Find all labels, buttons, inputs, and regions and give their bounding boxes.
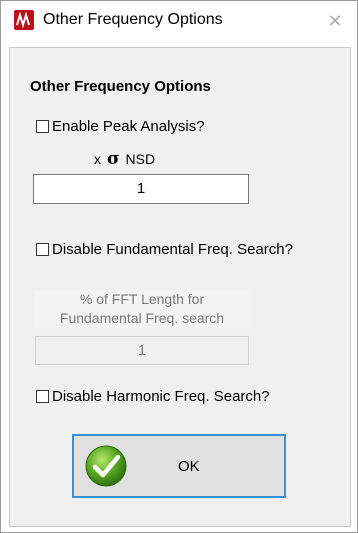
nsd-input[interactable]: 1 — [33, 174, 249, 204]
checkbox-label: Disable Fundamental Freq. Search? — [52, 241, 293, 258]
fft-length-input: 1 — [35, 336, 249, 365]
sigma-symbol: σ — [107, 149, 120, 169]
nsd-prefix: x — [94, 151, 101, 167]
fft-length-label-line2: Fundamental Freq. search — [59, 310, 225, 326]
checkbox-box[interactable] — [36, 390, 49, 403]
fft-length-label: % of FFT Length for Fundamental Freq. se… — [35, 290, 249, 328]
window-title: Other Frequency Options — [43, 11, 223, 28]
enable-peak-analysis-checkbox[interactable]: Enable Peak Analysis? — [36, 118, 205, 135]
checkbox-box[interactable] — [36, 120, 49, 133]
ok-button[interactable]: OK — [72, 434, 286, 498]
nsd-label: x σ NSD — [94, 149, 155, 169]
section-heading: Other Frequency Options — [30, 78, 211, 95]
disable-harmonic-search-checkbox[interactable]: Disable Harmonic Freq. Search? — [36, 388, 270, 405]
checkbox-label: Disable Harmonic Freq. Search? — [52, 388, 270, 405]
nsd-suffix: NSD — [125, 151, 156, 167]
checkbox-box[interactable] — [36, 243, 49, 256]
close-button[interactable]: ✕ — [313, 1, 357, 41]
green-checkmark-icon — [84, 444, 128, 488]
fft-length-label-line1: % of FFT Length for — [79, 291, 205, 307]
checkbox-label: Enable Peak Analysis? — [52, 118, 205, 135]
title-bar[interactable]: Other Frequency Options ✕ — [1, 1, 357, 41]
disable-fundamental-search-checkbox[interactable]: Disable Fundamental Freq. Search? — [36, 241, 293, 258]
app-waveform-icon — [14, 10, 34, 30]
ok-label: OK — [178, 458, 200, 475]
